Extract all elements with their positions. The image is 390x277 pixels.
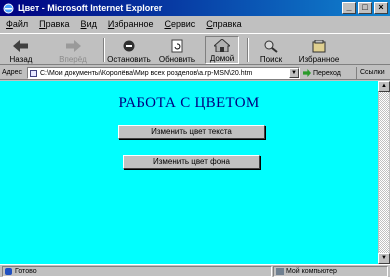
- search-label: Поиск: [259, 55, 283, 64]
- page-heading: РАБОТА С ЦВЕТОМ: [118, 95, 260, 111]
- menu-file[interactable]: Файл: [6, 19, 28, 29]
- forward-arrow-icon: [64, 39, 82, 53]
- stop-label: Остановить: [107, 55, 151, 64]
- zone-text: Мой компьютер: [286, 268, 337, 275]
- back-label: Назад: [9, 55, 33, 64]
- close-button[interactable]: ×: [374, 2, 388, 14]
- scroll-track[interactable]: [379, 92, 389, 253]
- status-bar: Готово Мой компьютер: [0, 264, 390, 277]
- address-bar: Адрес C:\Мои документы\Королёва\Мир всех…: [0, 66, 390, 80]
- favorites-label: Избранное: [298, 55, 340, 64]
- title-bar: Цвет - Microsoft Internet Explorer _ □ ×: [0, 0, 390, 16]
- home-label: Домой: [209, 54, 235, 63]
- search-icon: [262, 39, 280, 53]
- address-dropdown-icon[interactable]: ▼: [289, 68, 299, 78]
- menu-favorites[interactable]: Избранное: [108, 19, 154, 29]
- computer-icon: [276, 268, 284, 275]
- menu-edit[interactable]: Правка: [39, 19, 69, 29]
- toolbar-separator: [103, 38, 105, 62]
- page-content: РАБОТА С ЦВЕТОМ Изменить цвет текста Изм…: [0, 81, 378, 264]
- address-label: Адрес: [2, 69, 23, 76]
- vertical-scrollbar[interactable]: ▲ ▼: [378, 81, 390, 264]
- change-text-color-button[interactable]: Изменить цвет текста: [118, 125, 265, 139]
- home-icon: [213, 38, 231, 52]
- address-url: C:\Мои документы\Королёва\Мир всех розде…: [40, 69, 253, 77]
- back-button[interactable]: Назад: [6, 36, 36, 64]
- refresh-icon: [168, 39, 186, 53]
- forward-label: Вперёд: [59, 55, 87, 64]
- menu-view[interactable]: Вид: [81, 19, 97, 29]
- menu-bar: Файл Правка Вид Избранное Сервис Справка: [0, 17, 390, 31]
- refresh-label: Обновить: [158, 55, 196, 64]
- go-label: Переход: [313, 69, 341, 77]
- address-input[interactable]: C:\Мои документы\Королёва\Мир всех розде…: [27, 67, 300, 79]
- back-arrow-icon: [12, 39, 30, 53]
- change-background-color-button[interactable]: Изменить цвет фона: [123, 155, 260, 169]
- favorites-button[interactable]: Избранное: [296, 36, 342, 64]
- home-button[interactable]: Домой: [205, 36, 239, 64]
- links-button[interactable]: Ссылки: [356, 67, 385, 79]
- maximize-button[interactable]: □: [358, 2, 372, 14]
- ie-status-icon: [5, 268, 12, 275]
- favorites-icon: [310, 39, 328, 53]
- page-icon: [30, 70, 37, 77]
- menu-tools[interactable]: Сервис: [164, 19, 195, 29]
- scroll-up-icon[interactable]: ▲: [378, 81, 390, 92]
- toolbar-separator: [247, 38, 249, 62]
- stop-icon: [120, 39, 138, 53]
- stop-button[interactable]: Остановить: [107, 36, 151, 64]
- minimize-button[interactable]: _: [342, 2, 356, 14]
- scroll-down-icon[interactable]: ▼: [378, 253, 390, 264]
- window-title: Цвет - Microsoft Internet Explorer: [18, 3, 163, 13]
- go-button[interactable]: Переход: [303, 67, 341, 79]
- forward-button[interactable]: Вперёд: [56, 36, 90, 64]
- refresh-button[interactable]: Обновить: [157, 36, 197, 64]
- standard-toolbar: Назад Вперёд Остановить Обновить Домой П…: [0, 33, 390, 65]
- status-text: Готово: [15, 268, 37, 275]
- menu-help[interactable]: Справка: [206, 19, 241, 29]
- security-zone: Мой компьютер: [273, 266, 388, 277]
- go-arrow-icon: [303, 69, 311, 77]
- ie-icon: [3, 3, 14, 14]
- search-button[interactable]: Поиск: [256, 36, 286, 64]
- status-panel: Готово: [2, 266, 272, 277]
